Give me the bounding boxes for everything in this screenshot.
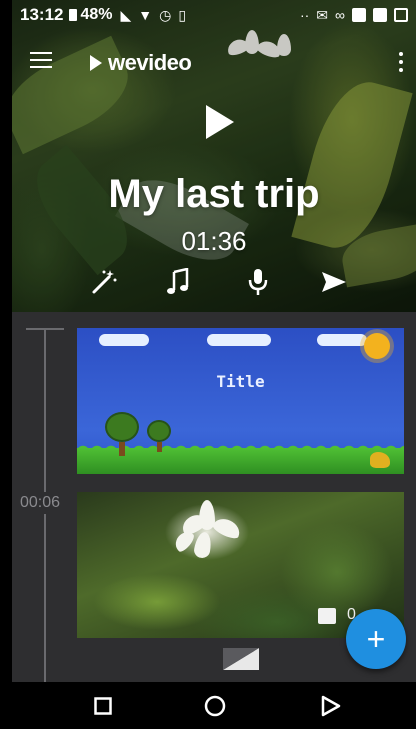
logo-play-icon: [90, 55, 102, 71]
status-time: 13:12: [20, 5, 64, 24]
send-icon[interactable]: [316, 262, 352, 302]
wifi-icon: ▼: [138, 7, 153, 23]
system-nav-bar: [12, 682, 416, 729]
more-options-icon[interactable]: [398, 52, 404, 72]
notes-icon: [394, 8, 408, 22]
alarm-icon: ◷: [159, 6, 172, 23]
battery-percent: 48%: [80, 6, 113, 23]
status-bar: 13:12 48% ◣ ▼ ◷ ▯ ·· ✉ ∞: [12, 0, 416, 30]
voicemail-icon: ∞: [335, 7, 345, 23]
play-icon[interactable]: [206, 105, 234, 139]
timeline-time-marker: 00:06: [20, 492, 61, 514]
facebook-icon: [352, 8, 366, 22]
gmail-icon: ✉: [316, 6, 329, 23]
home-icon[interactable]: [202, 694, 228, 718]
music-note-icon[interactable]: [160, 262, 196, 302]
menu-icon[interactable]: [30, 52, 52, 70]
vibrate-icon: ▯: [178, 6, 187, 23]
transition-icon[interactable]: [223, 648, 259, 670]
image-icon: [318, 608, 336, 624]
project-title[interactable]: My last trip: [12, 172, 416, 217]
project-toolbar: [12, 262, 416, 302]
recents-icon[interactable]: [90, 694, 116, 718]
project-duration: 01:36: [181, 226, 247, 256]
tree-graphic: [147, 420, 171, 452]
signal-icon: ◣: [120, 6, 132, 23]
title-clip[interactable]: Title: [77, 328, 404, 474]
project-hero: 13:12 48% ◣ ▼ ◷ ▯ ·· ✉ ∞ wevideo My last…: [12, 0, 416, 312]
microphone-icon[interactable]: [240, 262, 276, 302]
back-icon[interactable]: [318, 694, 344, 718]
critter-graphic: [370, 452, 390, 468]
facebook-icon: [373, 8, 387, 22]
app-logo: wevideo: [90, 50, 192, 76]
logo-text: wevideo: [108, 50, 192, 75]
title-clip-text: Title: [216, 372, 265, 391]
sun-graphic: [364, 333, 390, 359]
magic-wand-icon[interactable]: [86, 262, 122, 302]
tree-graphic: [105, 412, 139, 456]
battery-icon: [69, 9, 78, 21]
add-media-button[interactable]: +: [346, 609, 406, 669]
more-notifications-icon: ··: [299, 7, 310, 23]
